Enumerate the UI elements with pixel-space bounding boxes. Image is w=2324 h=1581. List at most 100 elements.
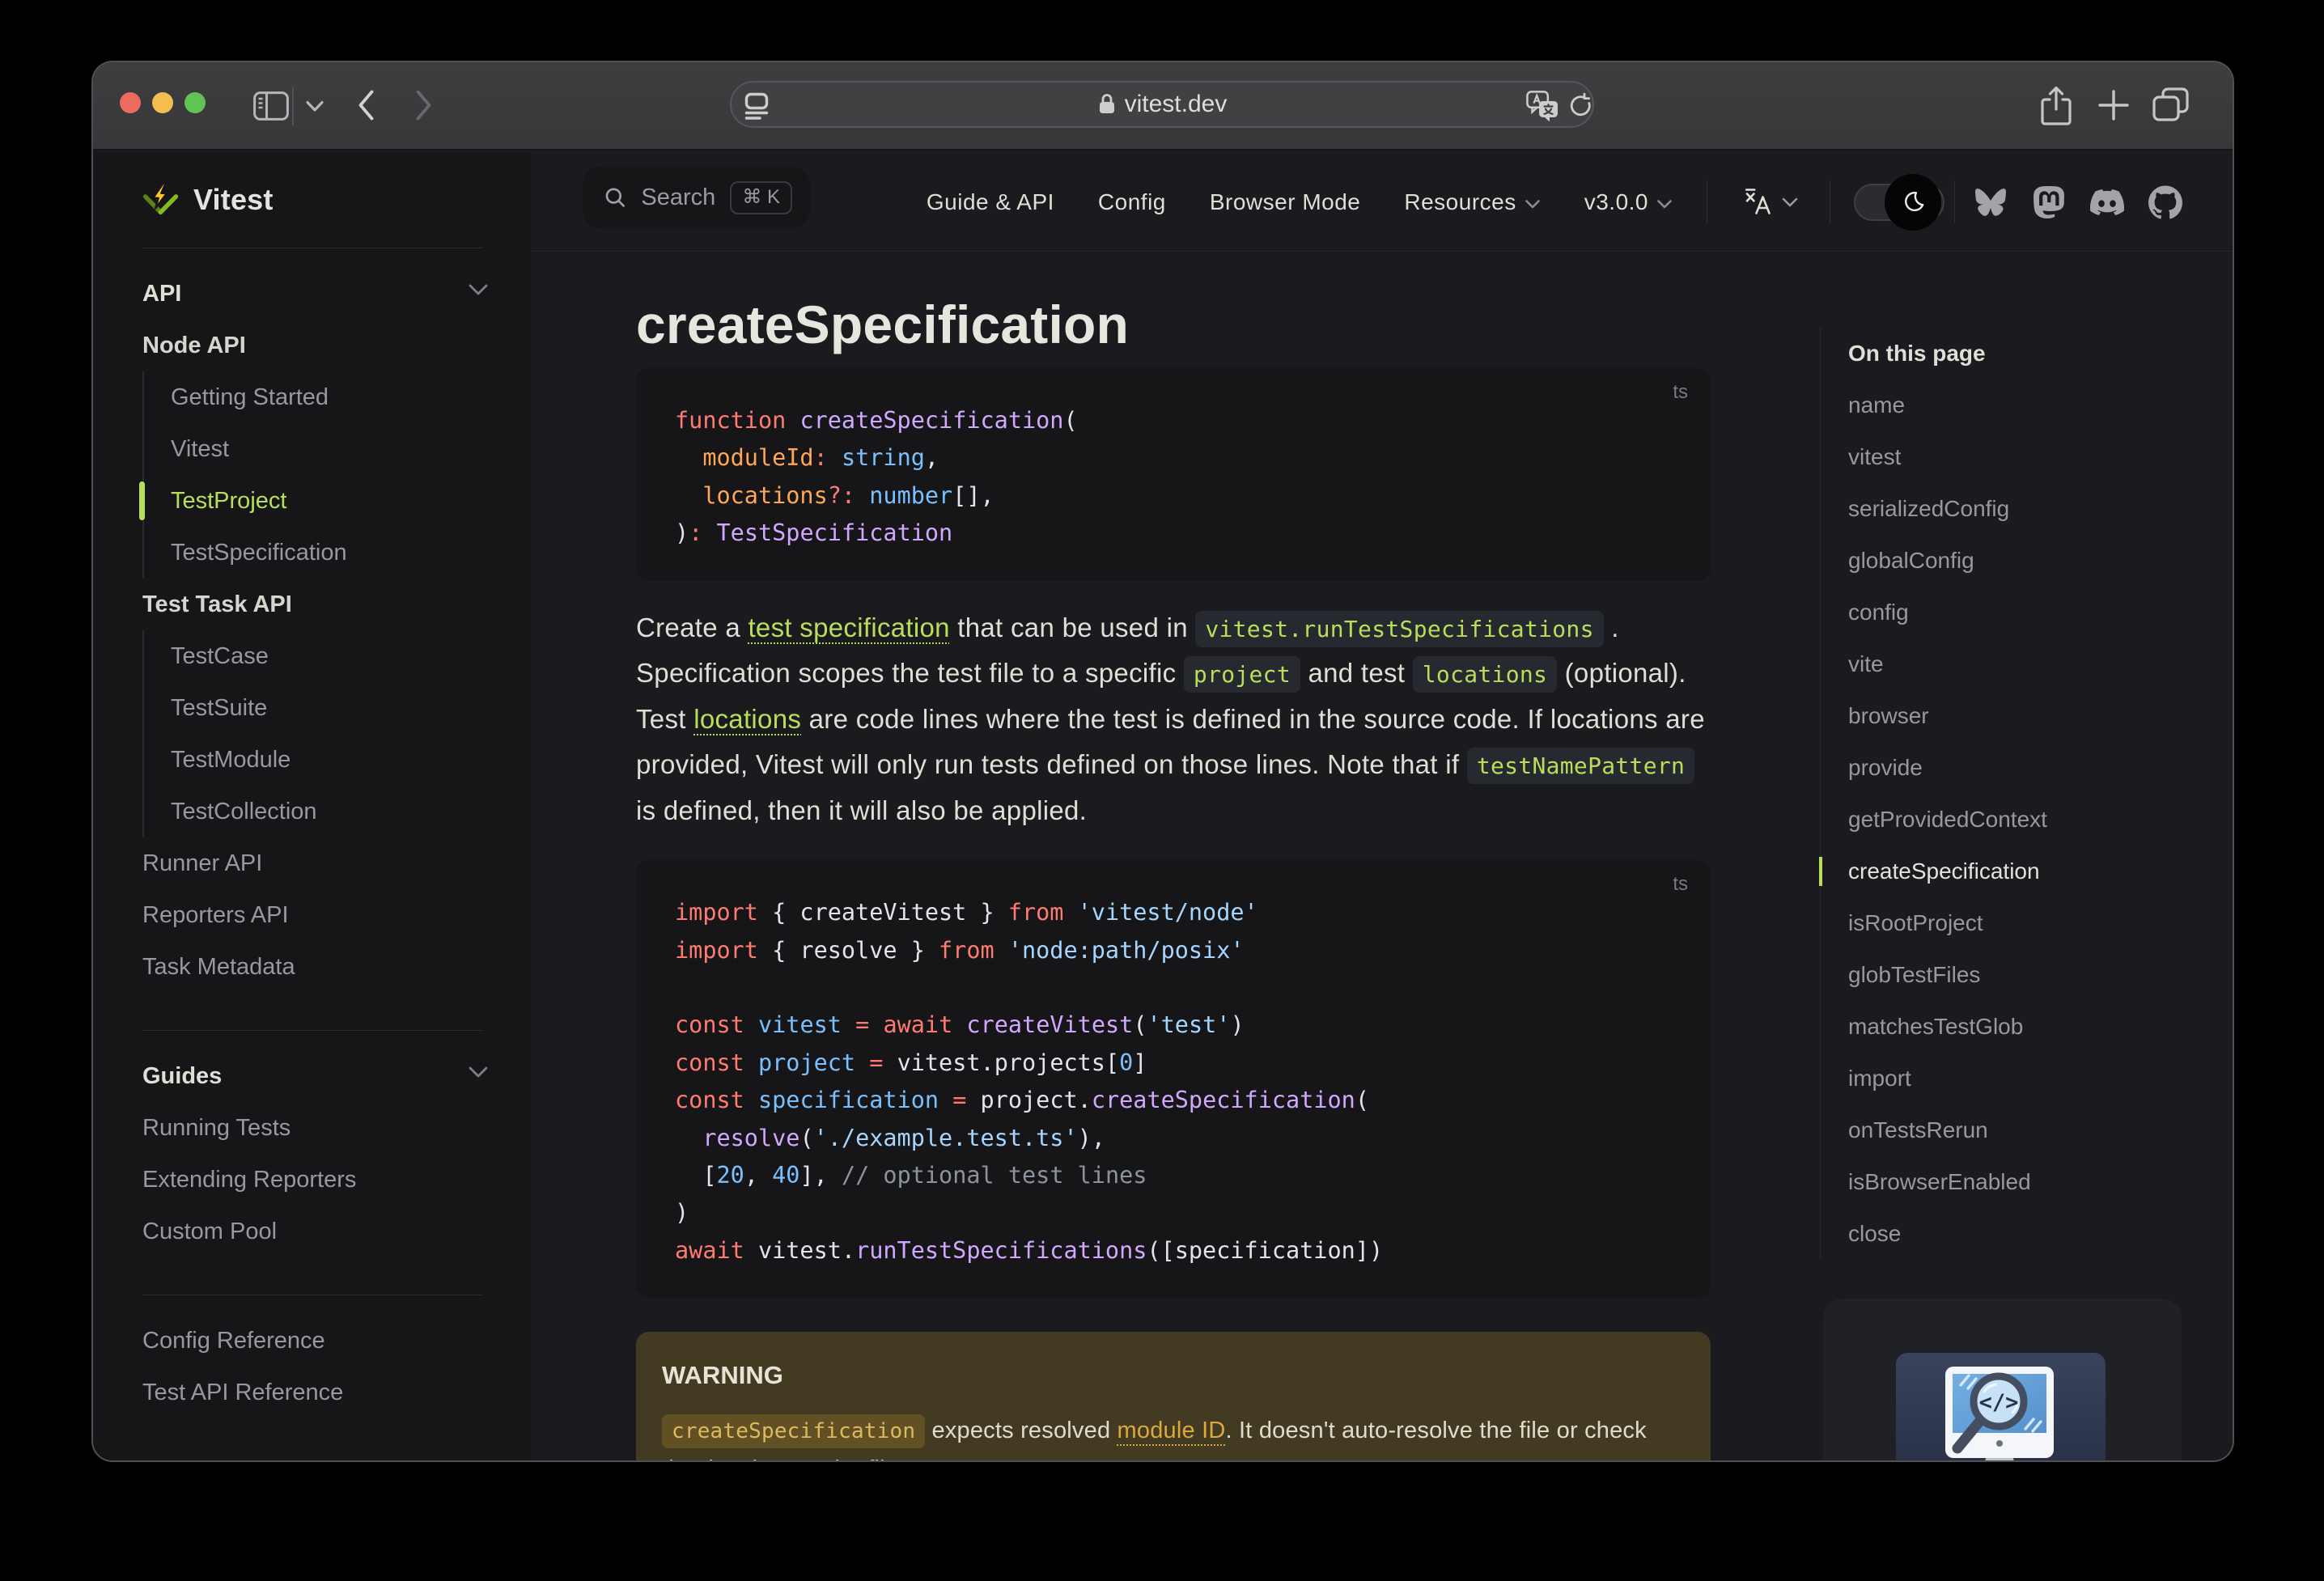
outline-item-getprovidedcontext[interactable]: getProvidedContext bbox=[1820, 794, 2229, 846]
discord-icon[interactable] bbox=[2078, 185, 2136, 219]
sidebar-item-node-api[interactable]: Node API bbox=[142, 320, 482, 371]
outline-item-globalconfig[interactable]: globalConfig bbox=[1820, 535, 2229, 587]
back-icon[interactable] bbox=[355, 88, 376, 122]
sidebar-item-getting-started[interactable]: Getting Started bbox=[171, 371, 482, 423]
zoom-window-button[interactable] bbox=[184, 92, 206, 113]
outline-item-name[interactable]: name bbox=[1820, 379, 2229, 431]
main-area: Search ⌘ K Guide & API Config Browser Mode… bbox=[531, 152, 2233, 1460]
outline-active-marker bbox=[1819, 857, 1822, 886]
sidebar-item-guides[interactable]: Guides bbox=[142, 1050, 488, 1102]
search-icon bbox=[605, 188, 625, 207]
outline-aside: On this page name vitest serializedConfig g… bbox=[1819, 252, 2229, 1260]
tab-overview-icon[interactable] bbox=[2152, 87, 2190, 124]
outline-item-globtestfiles[interactable]: globTestFiles bbox=[1820, 949, 2229, 1001]
sidebar-item-api[interactable]: API bbox=[142, 268, 488, 320]
sidebar-section: Guides Running Tests Extending Reporters Cu… bbox=[142, 1031, 488, 1257]
sidebar-item-testsuite[interactable]: TestSuite bbox=[171, 682, 482, 734]
sidebar-toggle-icon[interactable] bbox=[253, 91, 289, 121]
sidebar-item-test-task-api[interactable]: Test Task API bbox=[142, 579, 482, 630]
outline-item-isbrowserenabled[interactable]: isBrowserEnabled bbox=[1820, 1156, 2229, 1208]
outline-item-matchestestglob[interactable]: matchesTestGlob bbox=[1820, 1001, 2229, 1053]
address-bar[interactable]: vitest.dev bbox=[730, 81, 1594, 128]
warning-title: WARNING bbox=[662, 1361, 783, 1390]
outline-item-createspecification[interactable]: createSpecification bbox=[1820, 846, 2229, 897]
browser-window: vitest.dev Vitest API Node API Getting S… bbox=[93, 62, 2233, 1460]
bluesky-icon[interactable] bbox=[1961, 187, 2020, 218]
outline-item-vitest[interactable]: vitest bbox=[1820, 431, 2229, 483]
outline-item-config[interactable]: config bbox=[1820, 587, 2229, 638]
github-icon[interactable] bbox=[2136, 185, 2195, 219]
inline-code: project bbox=[1183, 656, 1300, 693]
mastodon-icon[interactable] bbox=[2020, 185, 2078, 218]
doc: createSpecification ts function createSp… bbox=[636, 252, 1711, 1460]
outline-item-import[interactable]: import bbox=[1820, 1053, 2229, 1104]
close-window-button[interactable] bbox=[120, 92, 141, 113]
sidebar-item-testspecification[interactable]: TestSpecification bbox=[171, 527, 482, 579]
logo[interactable]: Vitest bbox=[142, 152, 482, 248]
code-block-example: ts import { createVitest } from 'vitest/… bbox=[636, 860, 1711, 1299]
warning-link[interactable]: module ID bbox=[1117, 1418, 1226, 1443]
nav-item-config[interactable]: Config bbox=[1098, 189, 1166, 215]
sidebar-item-running-tests[interactable]: Running Tests bbox=[142, 1102, 482, 1154]
doc-content: createSpecification ts function createSp… bbox=[531, 252, 2233, 1460]
doc-link[interactable]: test specification bbox=[748, 612, 949, 642]
inline-code-link[interactable]: testNamePattern bbox=[1466, 748, 1695, 785]
sidebar-item-reporters-api[interactable]: Reporters API bbox=[142, 889, 482, 941]
sidebar-item-config-reference[interactable]: Config Reference bbox=[142, 1315, 482, 1367]
sidebar-item-task-metadata[interactable]: Task Metadata bbox=[142, 941, 482, 993]
code-block-signature: ts function createSpecification( moduleI… bbox=[636, 368, 1711, 581]
search-kbd: ⌘ K bbox=[730, 180, 792, 214]
sidebar-chevron-down-icon[interactable] bbox=[305, 100, 324, 113]
sponsor-card[interactable]: </> bbox=[1823, 1299, 2182, 1460]
outline-item-provide[interactable]: provide bbox=[1820, 742, 2229, 794]
warning-line: createSpecification expects resolved mod… bbox=[662, 1411, 1685, 1450]
sidebar-item-custom-pool[interactable]: Custom Pool bbox=[142, 1206, 482, 1257]
inline-code-link[interactable]: vitest.runTestSpecifications bbox=[1195, 610, 1604, 647]
nav-item-guide-api[interactable]: Guide & API bbox=[927, 189, 1054, 215]
sidebar-section: Config Reference Test API Reference bbox=[142, 1295, 482, 1418]
language-menu[interactable] bbox=[1741, 186, 1799, 218]
nav-menu: Guide & API Config Browser Mode Resources v3… bbox=[927, 189, 1673, 215]
appearance-toggle[interactable] bbox=[1854, 173, 1944, 231]
sidebar-item-testcase[interactable]: TestCase bbox=[171, 630, 482, 682]
search-button[interactable]: Search ⌘ K bbox=[583, 166, 810, 229]
warning-inline-code: createSpecification bbox=[662, 1414, 926, 1449]
brand-name: Vitest bbox=[193, 183, 274, 216]
translate-icon[interactable] bbox=[1526, 91, 1559, 121]
share-icon[interactable] bbox=[2038, 83, 2074, 129]
outline-item-browser[interactable]: browser bbox=[1820, 690, 2229, 742]
nav-item-v3-0-0[interactable]: v3.0.0 bbox=[1584, 189, 1673, 215]
minimize-window-button[interactable] bbox=[152, 92, 173, 113]
nav-item-resources[interactable]: Resources bbox=[1404, 189, 1540, 215]
url-text-container: vitest.dev bbox=[732, 83, 1592, 126]
outline-list: name vitest serializedConfig globalConfig co… bbox=[1820, 379, 2229, 1260]
sidebar-group: TestCase TestSuite TestModule TestCollectio… bbox=[142, 630, 482, 837]
sidebar-item-test-api-reference[interactable]: Test API Reference bbox=[142, 1367, 482, 1418]
sidebar-item-testcollection[interactable]: TestCollection bbox=[171, 786, 482, 837]
sidebar-item-testmodule[interactable]: TestModule bbox=[171, 734, 482, 786]
sidebar-item-runner-api[interactable]: Runner API bbox=[142, 837, 482, 889]
code-pre[interactable]: function createSpecification( moduleId: … bbox=[636, 402, 1711, 553]
language-chevron-down-icon bbox=[1782, 197, 1798, 206]
sidebar-item-vitest[interactable]: Vitest bbox=[171, 423, 482, 475]
sidebar-active-marker bbox=[139, 481, 145, 520]
reload-icon[interactable] bbox=[1567, 92, 1594, 120]
sidebar-item-extending-reporters[interactable]: Extending Reporters bbox=[142, 1154, 482, 1206]
outline-item-ontestsrerun[interactable]: onTestsRerun bbox=[1820, 1104, 2229, 1156]
dropdown-chevron-icon bbox=[1525, 199, 1540, 208]
nav-item-browser-mode[interactable]: Browser Mode bbox=[1210, 189, 1361, 215]
doc-paragraph: Create a test specification that can be … bbox=[636, 605, 1711, 834]
forward-icon[interactable] bbox=[413, 88, 435, 122]
new-tab-icon[interactable] bbox=[2095, 87, 2132, 124]
outline-item-serializedconfig[interactable]: serializedConfig bbox=[1820, 483, 2229, 535]
navbar-right: Guide & API Config Browser Mode Resources v3… bbox=[927, 152, 2233, 252]
code-pre[interactable]: import { createVitest } from 'vitest/nod… bbox=[636, 894, 1711, 1269]
doc-link[interactable]: locations bbox=[693, 704, 801, 734]
sidebar-item-testproject[interactable]: TestProject bbox=[139, 475, 482, 527]
search-label: Search bbox=[641, 184, 716, 210]
url-host: vitest.dev bbox=[1124, 91, 1228, 117]
translate-language-icon bbox=[1745, 188, 1771, 214]
outline-item-vite[interactable]: vite bbox=[1820, 638, 2229, 690]
outline-item-isrootproject[interactable]: isRootProject bbox=[1820, 897, 2229, 949]
outline-item-close[interactable]: close bbox=[1820, 1208, 2229, 1260]
